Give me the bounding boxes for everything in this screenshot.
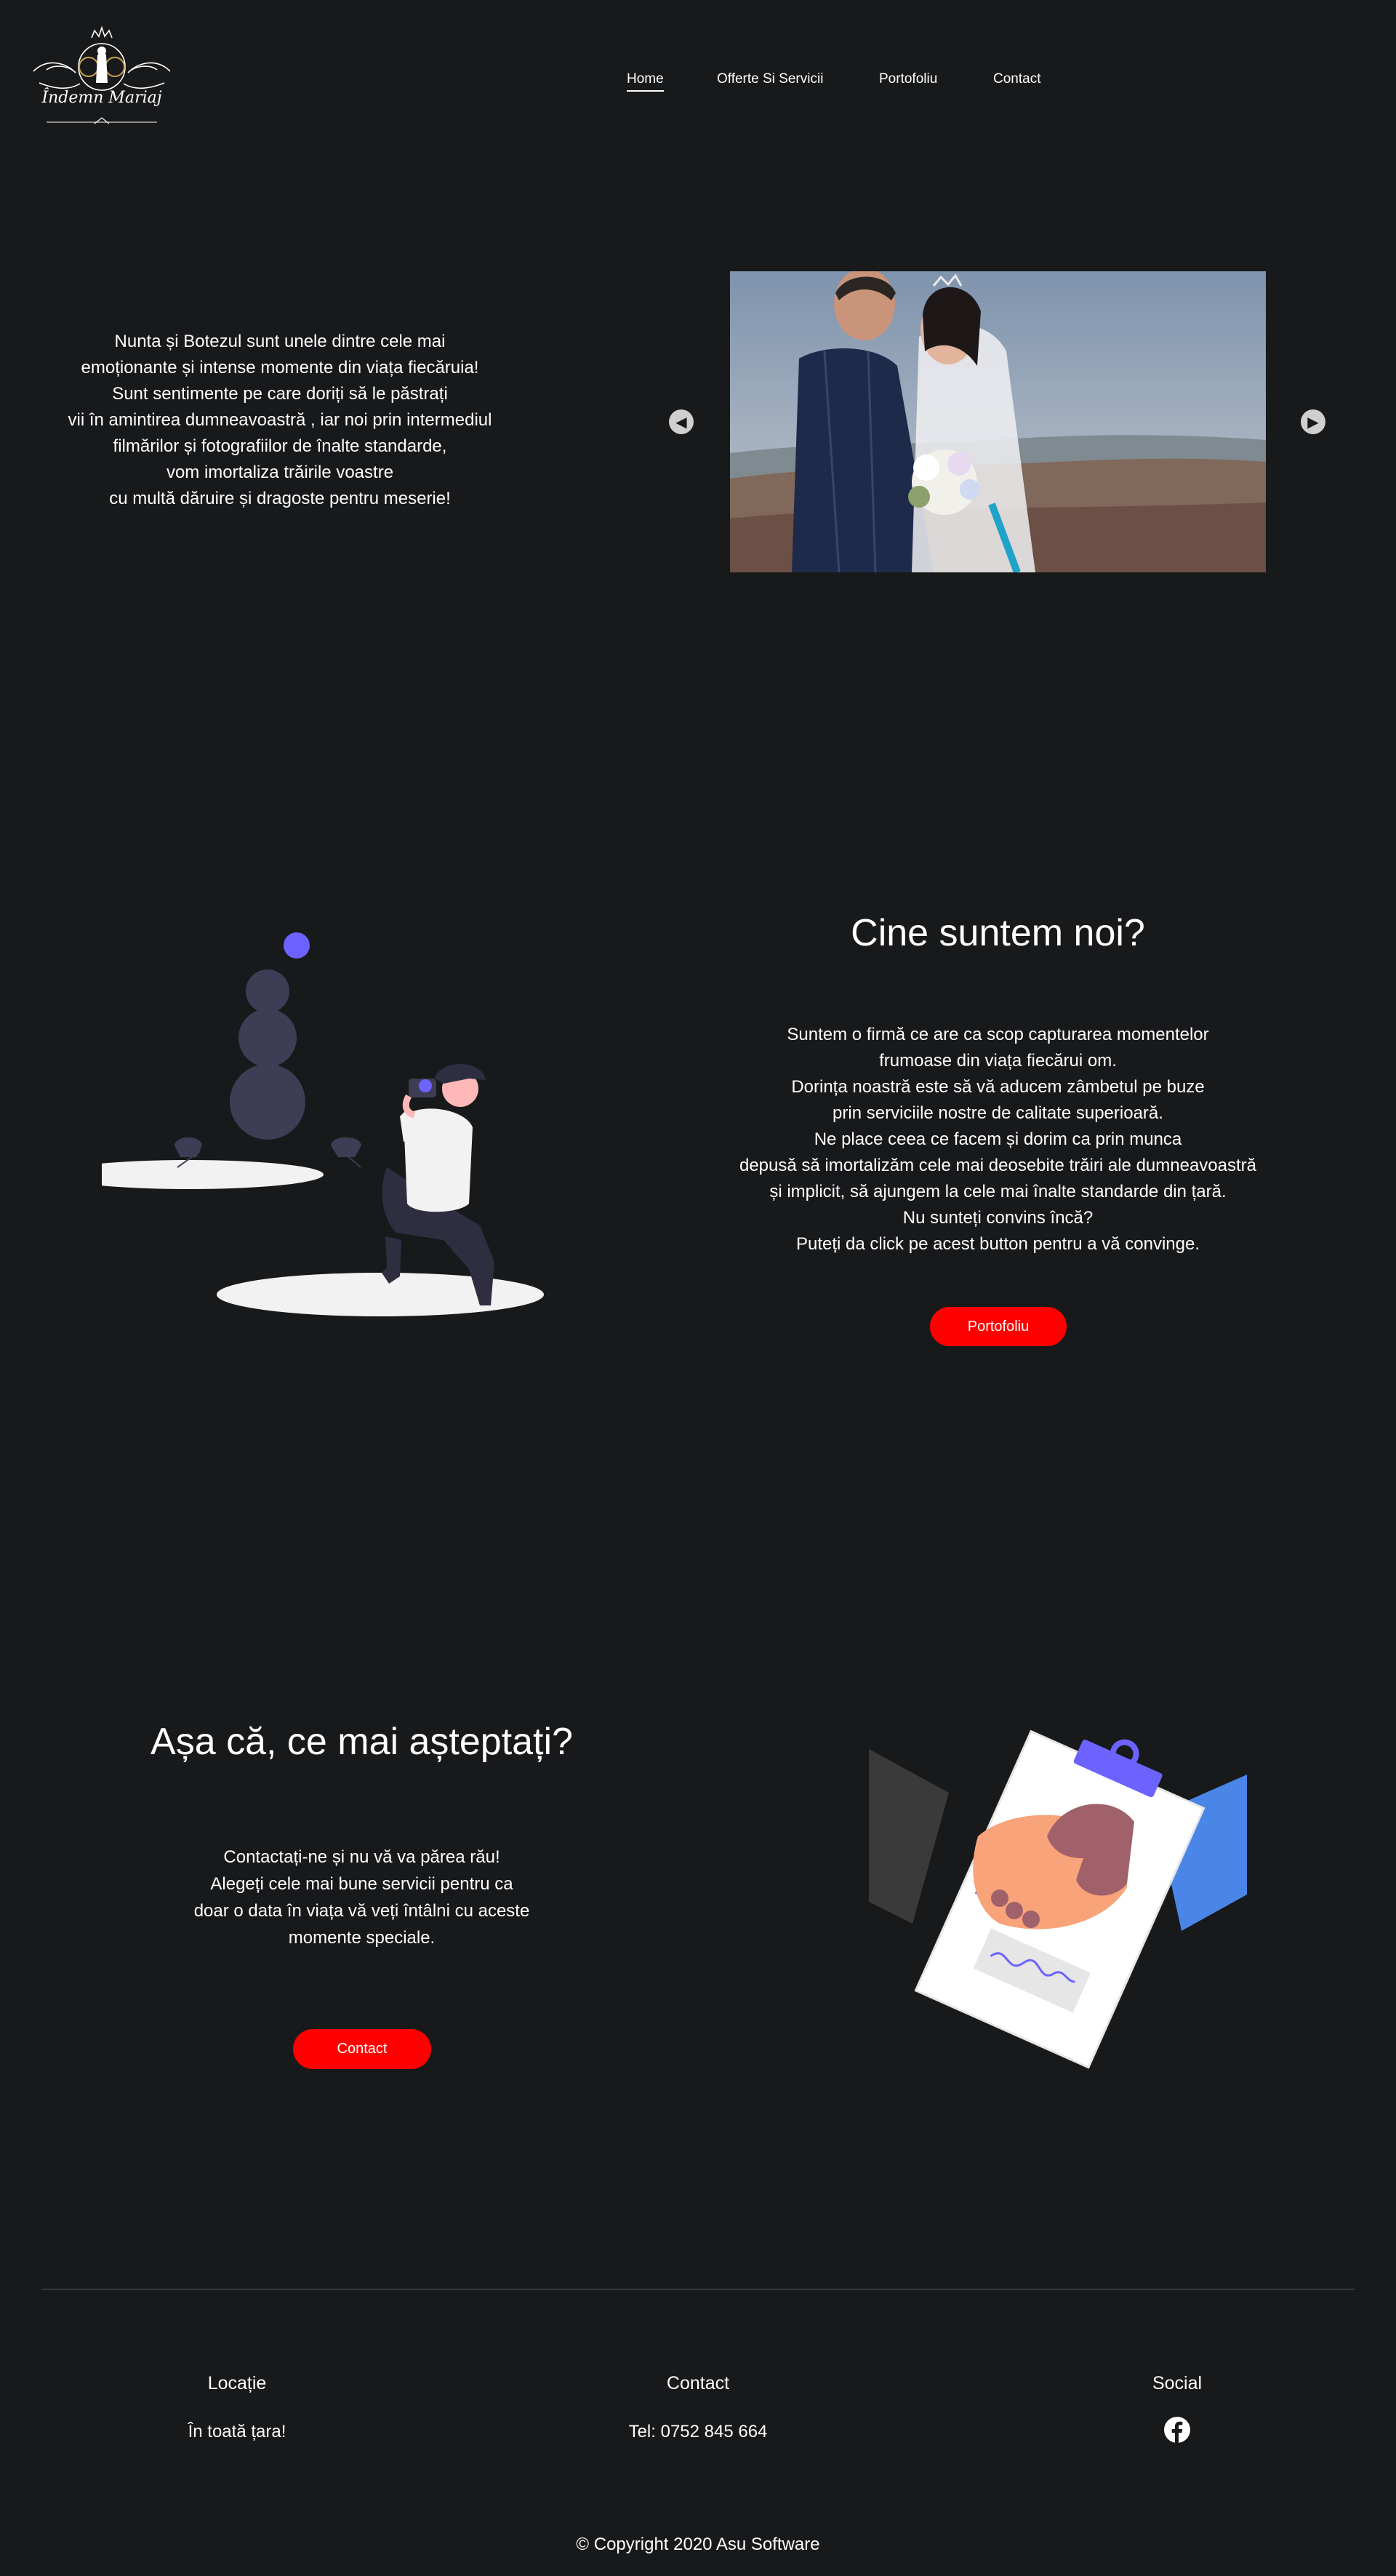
nav-portofoliu[interactable]: Portofoliu	[879, 71, 937, 87]
photographer-illustration	[55, 927, 625, 1320]
portfolio-button[interactable]: Portofoliu	[930, 1307, 1067, 1346]
about-line: Suntem o firmă ce are ca scop capturarea…	[787, 1025, 1209, 1044]
footer-location-value: În toată țara!	[188, 2422, 286, 2441]
hero-line: cu multă dăruire și dragoste pentru mese…	[109, 489, 451, 508]
about-line: Nu sunteți convins încă?	[902, 1208, 1094, 1228]
wedding-photo-slide	[730, 271, 1266, 572]
cta-line: Alegeți cele mai bune servicii pentru ca	[210, 1874, 513, 1894]
cta-line: Contactați-ne și nu vă va părea rău!	[223, 1847, 500, 1867]
cta-line: doar o data în viața vă veți întâlni cu …	[193, 1901, 530, 1921]
cta-text: Contactați-ne și nu vă va părea rău! Ale…	[145, 1844, 578, 1951]
contact-button[interactable]: Contact	[293, 2029, 431, 2069]
about-text: Suntem o firmă ce are ca scop capturarea…	[713, 1022, 1283, 1257]
nav-home[interactable]: Home	[627, 71, 664, 92]
about-line: depusă să imortalizăm cele mai deosebite…	[739, 1156, 1257, 1175]
slider-next-button[interactable]: ▶	[1301, 409, 1325, 434]
arrow-right-icon: ▶	[1307, 413, 1319, 431]
hero-line: Sunt sentimente pe care doriți să le păs…	[112, 384, 448, 404]
arrow-left-icon: ◀	[675, 413, 687, 431]
hero-line: Nunta și Botezul sunt unele dintre cele …	[114, 332, 446, 351]
site-logo[interactable]: Îndemn Mariaj	[25, 22, 179, 127]
hero-text: Nunta și Botezul sunt unele dintre cele …	[40, 329, 520, 512]
hero-line: emoționante și intense momente din viața…	[81, 358, 479, 377]
footer-contact-heading: Contact	[666, 2373, 730, 2393]
handshake-agreement-illustration	[865, 1713, 1251, 2076]
hero-line: vom imortaliza trăirile voastre	[166, 463, 394, 482]
copyright-text: © Copyright 2020 Asu Software	[576, 2535, 820, 2554]
about-line: frumoase din viața fiecărui om.	[879, 1051, 1117, 1071]
about-title: Cine suntem noi?	[851, 912, 1145, 954]
cta-title: Așa că, ce mai așteptați?	[151, 1721, 573, 1763]
logo-text: Îndemn Mariaj	[41, 89, 162, 107]
about-line: prin serviciile nostre de calitate super…	[833, 1103, 1163, 1123]
footer-phone[interactable]: Tel: 0752 845 664	[589, 2422, 807, 2442]
footer-social-heading: Social	[1152, 2373, 1203, 2393]
hero-line: filmărilor și fotografiilor de înalte st…	[113, 436, 447, 456]
cta-line: momente speciale.	[288, 1928, 436, 1948]
nav-contact[interactable]: Contact	[993, 71, 1040, 87]
about-line: Puteți da click pe acest button pentru a…	[795, 1234, 1200, 1254]
logo-emblem-icon	[33, 25, 171, 124]
hero-line: vii în amintirea dumneavoastră , iar noi…	[68, 410, 492, 430]
slider-prev-button[interactable]: ◀	[669, 409, 694, 434]
nav-offerte-si-servicii[interactable]: Offerte Si Servicii	[717, 71, 823, 87]
about-line: și implicit, să ajungem la cele mai înal…	[769, 1182, 1227, 1201]
footer-location-heading: Locație	[207, 2373, 267, 2393]
about-line: Ne place ceea ce facem și dorim ca prin …	[814, 1129, 1182, 1149]
facebook-icon[interactable]	[1164, 2417, 1190, 2443]
about-line: Dorința noastră este să vă aducem zâmbet…	[791, 1077, 1205, 1097]
